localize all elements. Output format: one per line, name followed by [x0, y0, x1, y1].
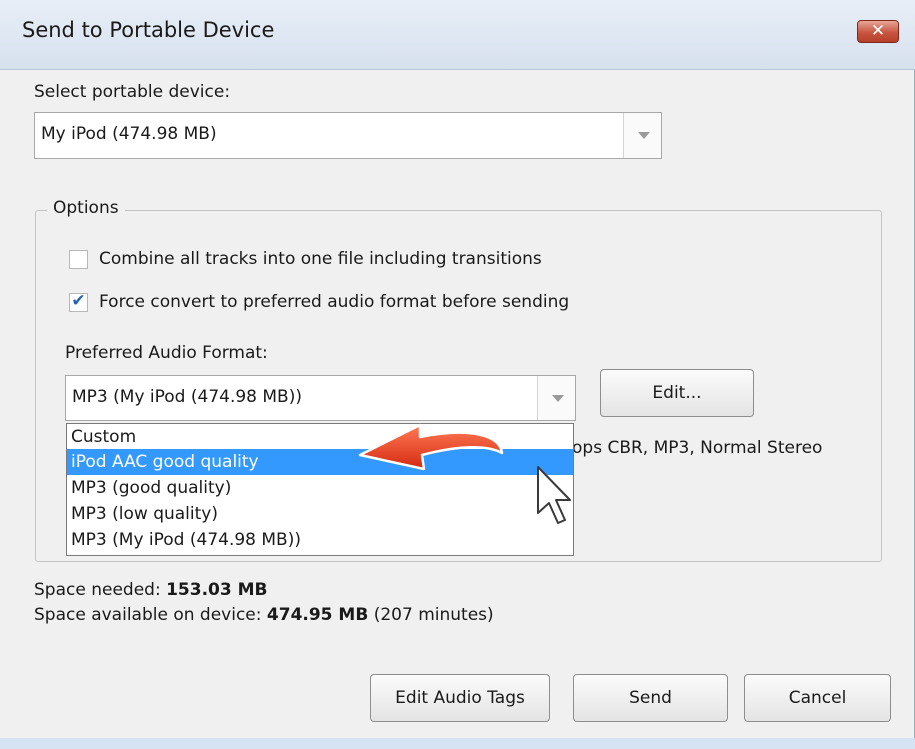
- format-info-text: ops CBR, MP3, Normal Stereo: [572, 438, 823, 458]
- red-arrow-icon: [358, 423, 504, 471]
- format-select-arrow[interactable]: [537, 376, 575, 420]
- format-select-value: MP3 (My iPod (474.98 MB)): [72, 387, 302, 407]
- chevron-down-icon: [638, 132, 650, 139]
- dropdown-option-mp3-low[interactable]: MP3 (low quality): [67, 501, 573, 527]
- space-available-minutes: (207 minutes): [373, 605, 494, 625]
- window-border: [0, 738, 915, 749]
- device-select[interactable]: My iPod (474.98 MB): [34, 112, 662, 159]
- space-available: Space available on device: 474.95 MB (20…: [34, 605, 494, 625]
- chevron-down-icon: [552, 395, 564, 402]
- send-button[interactable]: Send: [573, 674, 728, 722]
- window-title: Send to Portable Device: [22, 18, 275, 42]
- space-needed-label: Space needed:: [34, 580, 161, 600]
- checkmark-icon: ✔: [71, 291, 86, 311]
- close-icon: ✕: [870, 21, 886, 41]
- format-label: Preferred Audio Format:: [65, 343, 268, 363]
- dropdown-option-mp3-good[interactable]: MP3 (good quality): [67, 475, 573, 501]
- combine-tracks-label[interactable]: Combine all tracks into one file includi…: [99, 249, 542, 269]
- options-legend: Options: [47, 198, 125, 218]
- mouse-cursor-icon: [537, 466, 571, 524]
- dropdown-option-mp3-ipod[interactable]: MP3 (My iPod (474.98 MB)): [67, 527, 573, 553]
- close-button[interactable]: ✕: [857, 20, 899, 43]
- space-available-label: Space available on device:: [34, 605, 262, 625]
- space-needed: Space needed: 153.03 MB: [34, 580, 267, 600]
- title-bar[interactable]: Send to Portable Device ✕: [0, 0, 915, 70]
- device-label: Select portable device:: [34, 82, 231, 102]
- edit-format-button[interactable]: Edit...: [600, 369, 754, 417]
- force-convert-label[interactable]: Force convert to preferred audio format …: [99, 292, 569, 312]
- device-select-arrow[interactable]: [623, 113, 661, 158]
- combine-tracks-checkbox[interactable]: [69, 250, 88, 269]
- space-needed-value: 153.03 MB: [166, 580, 268, 600]
- send-to-device-dialog: Send to Portable Device ✕ Select portabl…: [0, 0, 915, 749]
- force-convert-checkbox[interactable]: ✔: [69, 291, 88, 312]
- edit-audio-tags-button[interactable]: Edit Audio Tags: [370, 674, 550, 722]
- device-select-value: My iPod (474.98 MB): [41, 124, 217, 144]
- cancel-button[interactable]: Cancel: [744, 674, 891, 722]
- space-available-value: 474.95 MB: [266, 605, 369, 625]
